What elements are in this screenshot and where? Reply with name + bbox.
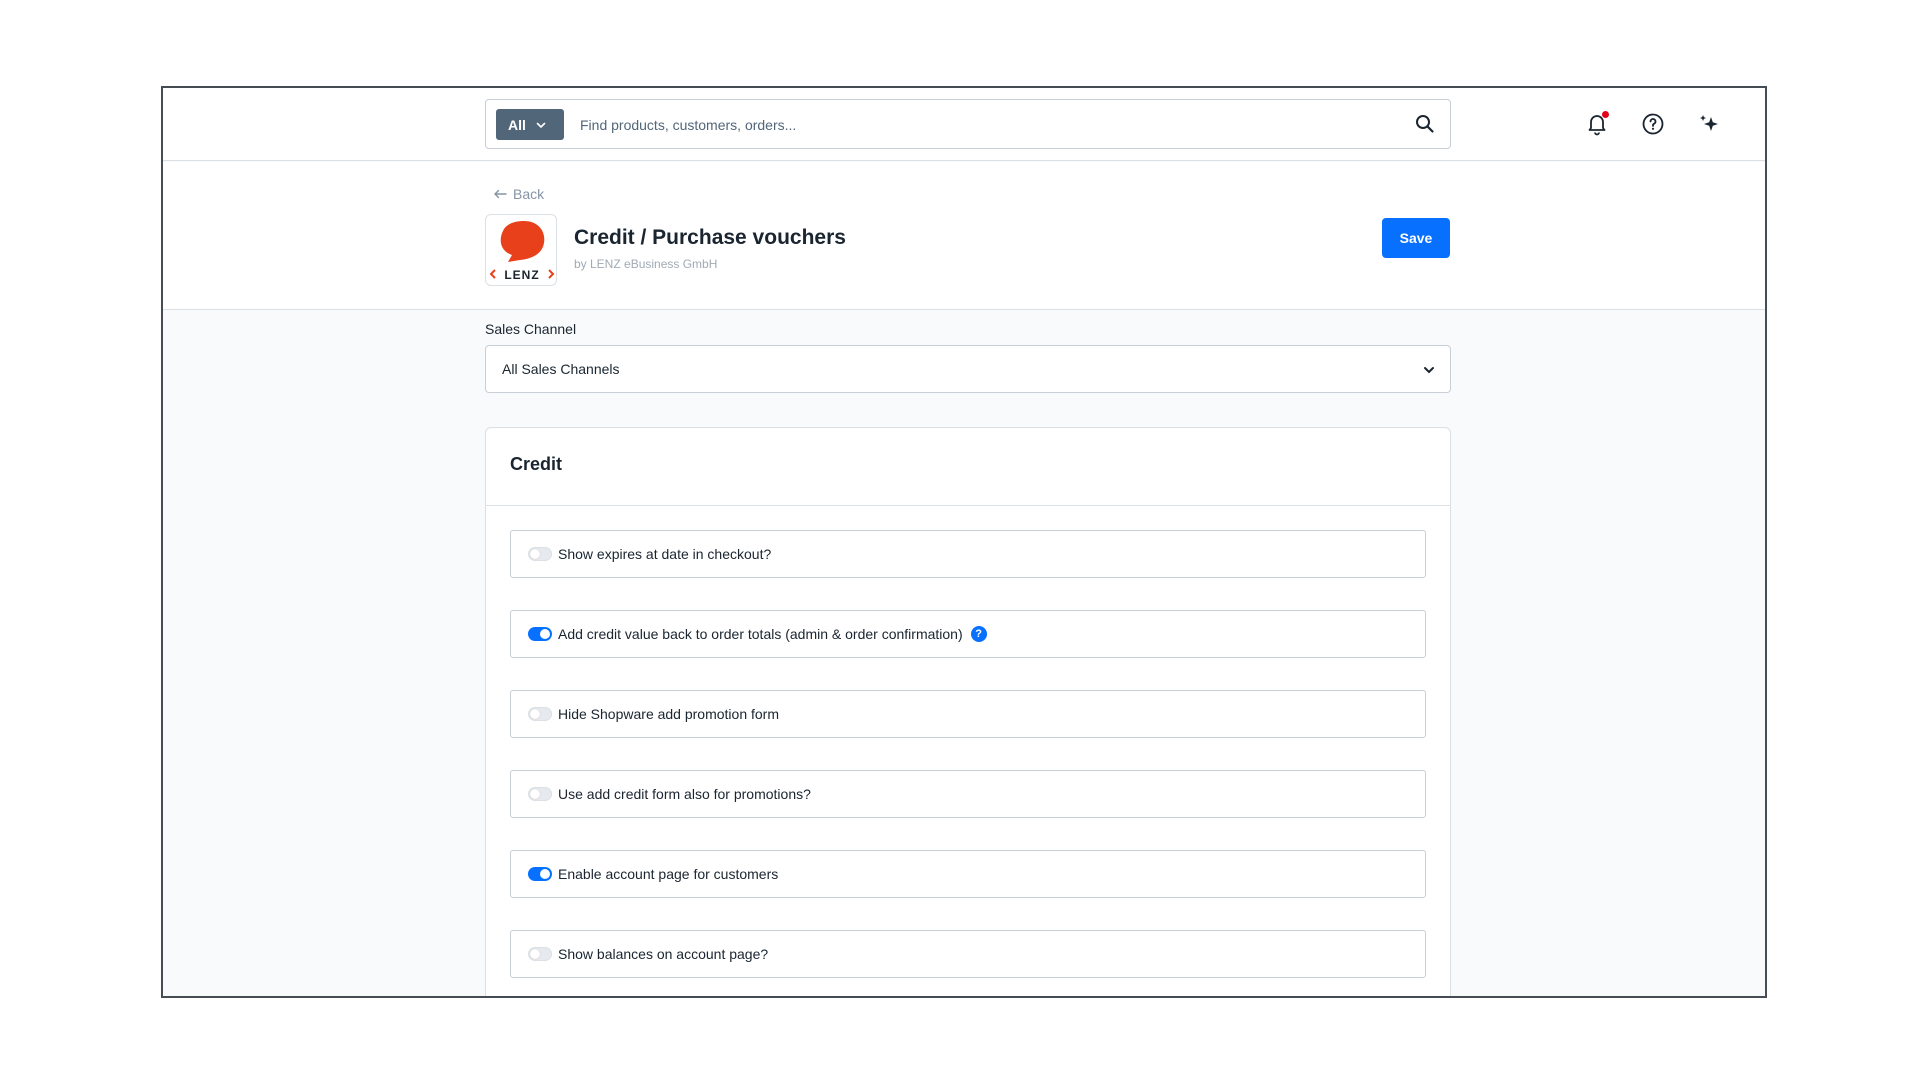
toggle-switch[interactable]: [528, 867, 552, 881]
card-title: Credit: [510, 454, 563, 474]
sales-channel-select[interactable]: All Sales Channels: [485, 345, 1451, 393]
option-hide-promotion-form: Hide Shopware add promotion form: [510, 690, 1426, 738]
page-title: Credit / Purchase vouchers: [574, 226, 846, 249]
search-input[interactable]: [580, 112, 1380, 138]
option-label: Add credit value back to order totals (a…: [558, 626, 963, 642]
option-enable-account-page: Enable account page for customers: [510, 850, 1426, 898]
option-label: Use add credit form also for promotions?: [558, 786, 811, 802]
search-icon[interactable]: [1414, 113, 1436, 135]
logo-text: LENZ: [504, 268, 539, 282]
help-icon: [1642, 113, 1664, 135]
back-label: Back: [513, 186, 545, 202]
toggle-switch[interactable]: [528, 547, 552, 561]
search-type-label: All: [508, 116, 526, 133]
sparkle-icon: [1700, 115, 1718, 131]
card-divider: [486, 505, 1450, 506]
option-label: Show expires at date in checkout?: [558, 546, 772, 562]
toggle-switch[interactable]: [528, 947, 552, 961]
option-show-balances: Show balances on account page?: [510, 930, 1426, 978]
arrow-left-icon: [494, 189, 507, 199]
back-link[interactable]: Back: [493, 186, 544, 202]
credit-card: Credit Show expires at date in checkout?…: [485, 427, 1451, 996]
option-label: Show balances on account page?: [558, 946, 769, 962]
toggle-switch[interactable]: [528, 787, 552, 801]
page-header: Back LENZ Credit / Purchase vouchers by …: [163, 162, 1765, 310]
extension-logo: LENZ: [485, 214, 557, 286]
help-button[interactable]: [1639, 110, 1667, 138]
toggle-switch[interactable]: [528, 627, 552, 641]
ai-assistant-button[interactable]: [1695, 110, 1723, 138]
option-add-credit-back: Add credit value back to order totals (a…: [510, 610, 1426, 658]
option-label: Hide Shopware add promotion form: [558, 706, 780, 722]
option-label: Enable account page for customers: [558, 866, 779, 882]
save-button[interactable]: Save: [1382, 218, 1450, 258]
page-subtitle: by LENZ eBusiness GmbH: [574, 257, 718, 271]
global-search: All: [485, 99, 1451, 149]
sales-channel-label: Sales Channel: [485, 321, 577, 337]
top-bar: All: [163, 88, 1765, 161]
sales-channel-value: All Sales Channels: [502, 361, 620, 377]
chevron-down-icon: [1424, 367, 1434, 374]
notifications-button[interactable]: [1583, 110, 1611, 138]
lenz-logo-icon: LENZ: [489, 221, 555, 282]
search-type-dropdown[interactable]: All: [496, 109, 564, 140]
option-show-expires: Show expires at date in checkout?: [510, 530, 1426, 578]
chevron-down-icon: [536, 122, 546, 128]
notification-dot: [1602, 111, 1609, 118]
app-window: All Back LENZ: [161, 86, 1767, 998]
option-credit-form-promotions: Use add credit form also for promotions?: [510, 770, 1426, 818]
toggle-switch[interactable]: [528, 707, 552, 721]
help-tooltip-icon[interactable]: ?: [970, 626, 987, 642]
